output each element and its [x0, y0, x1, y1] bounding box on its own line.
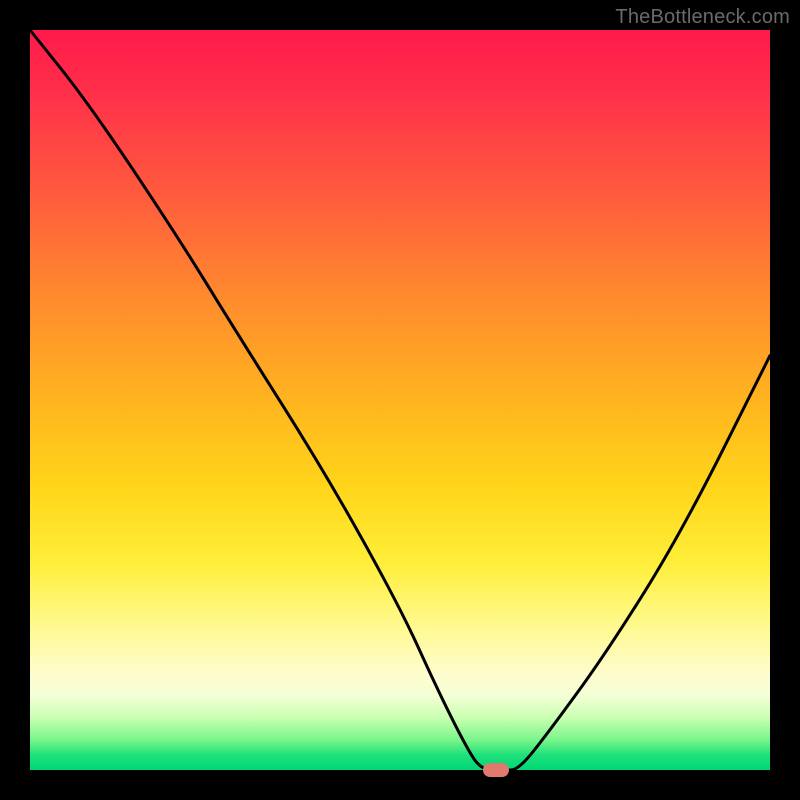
- watermark-text: TheBottleneck.com: [615, 6, 790, 29]
- chart-frame: TheBottleneck.com: [0, 0, 800, 800]
- plot-area: [30, 30, 770, 770]
- optimal-marker: [483, 763, 509, 777]
- bottleneck-curve: [30, 30, 770, 770]
